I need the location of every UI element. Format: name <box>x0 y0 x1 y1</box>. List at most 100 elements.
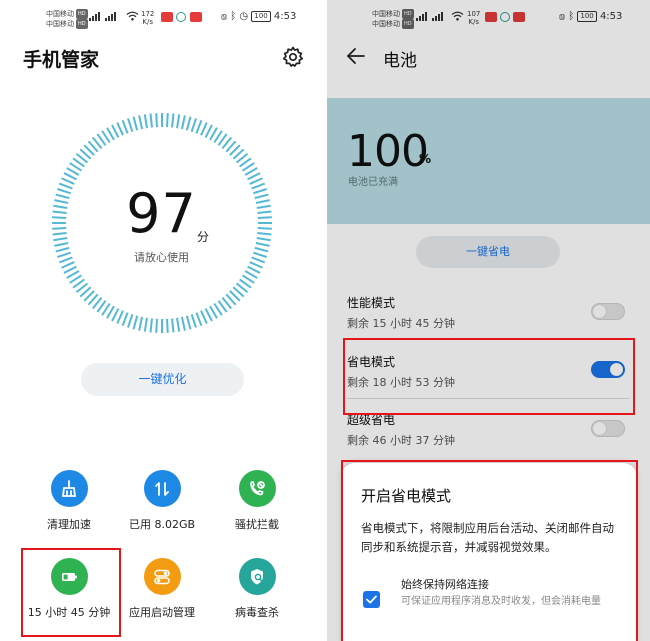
dial-tick <box>143 114 148 129</box>
performance-mode-toggle[interactable] <box>591 303 625 320</box>
carrier-2: 中国移动 <box>372 20 400 28</box>
dial-tick <box>149 113 153 128</box>
highlight-box <box>343 338 635 415</box>
chat-notification-icon <box>500 12 510 22</box>
status-bar: 中国移动 HD 中国移动 HD 107 K/s Ⓝ ᛒ 100 4:53 <box>327 0 650 34</box>
dial-tick <box>176 114 181 129</box>
phone-manager-screen: 中国移动 HD 中国移动 HD 172 K/s Ⓝ ᛒ ◷ 100 4:53 手机管… <box>0 0 323 641</box>
dial-tick <box>127 313 134 328</box>
tool-virus-scan[interactable]: 病毒查杀 <box>207 558 307 620</box>
dial-tick <box>185 315 192 330</box>
signal-icon <box>416 11 430 21</box>
alarm-icon: ◷ <box>239 11 249 22</box>
bluetooth-icon: ᛒ <box>230 11 237 22</box>
hd-badge: HD <box>76 9 88 19</box>
mode-ultra-saving-remaining: 剩余 46 小时 37 分钟 <box>347 434 455 447</box>
gear-icon[interactable] <box>281 45 305 69</box>
signal-icon <box>89 11 103 21</box>
dial-tick <box>200 122 208 136</box>
dial-tick <box>106 305 115 319</box>
carrier-1: 中国移动 <box>46 10 74 18</box>
status-right: Ⓝ ᛒ ◷ 100 4:53 <box>221 11 296 22</box>
network-speed: 172 K/s <box>141 10 154 26</box>
tool-label: 已用 8.02GB <box>128 518 196 531</box>
clock: 4:53 <box>599 11 623 22</box>
dial-tick <box>63 172 77 181</box>
app-notification-icon <box>485 12 497 22</box>
battery-level: 100 <box>577 11 597 22</box>
dial-tick <box>204 124 213 138</box>
carrier-labels: 中国移动 HD 中国移动 HD <box>372 9 414 29</box>
tool-label: 清理加速 <box>47 518 91 531</box>
page-title: 电池 <box>383 51 417 71</box>
mode-performance-title: 性能模式 <box>347 296 396 310</box>
dial-tick <box>200 310 208 324</box>
dial-tick <box>111 308 120 322</box>
dial-tick <box>116 310 124 324</box>
back-arrow-icon[interactable] <box>345 45 367 67</box>
one-tap-save-button[interactable]: 一键省电 <box>416 236 560 268</box>
dial-tick <box>106 127 115 141</box>
dial-tick <box>138 115 144 130</box>
dial-tick <box>204 308 213 322</box>
dial-tick <box>121 312 129 327</box>
signal-icon <box>105 11 119 21</box>
shield-scan-icon <box>238 558 276 595</box>
dial-tick <box>138 316 144 331</box>
dial-tick <box>180 316 186 331</box>
dial-tick <box>155 113 158 128</box>
dial-tick <box>190 313 197 328</box>
optimize-button[interactable]: 一键优化 <box>81 363 244 396</box>
score-caption: 请放心使用 <box>134 251 189 264</box>
dial-tick <box>111 124 120 138</box>
tool-harass-block[interactable]: 骚扰拦截 <box>207 470 307 532</box>
nfc-icon: Ⓝ <box>221 11 227 22</box>
score-unit: 分 <box>197 230 210 244</box>
app-notification-icon <box>513 12 525 22</box>
app-notification-icon <box>161 12 173 22</box>
tool-data-usage[interactable]: 已用 8.02GB <box>112 470 212 532</box>
tool-label: 病毒查杀 <box>235 606 279 619</box>
ultra-saving-mode-toggle[interactable] <box>591 420 625 437</box>
bluetooth-icon: ᛒ <box>568 11 575 22</box>
health-score: 97 <box>126 182 197 245</box>
wifi-icon <box>126 11 139 21</box>
tool-clean[interactable]: 清理加速 <box>19 470 119 532</box>
dial-tick <box>180 115 186 130</box>
app-title: 手机管家 <box>23 49 100 71</box>
hd-badge: HD <box>76 19 88 29</box>
dial-tick <box>63 265 77 274</box>
dial-tick <box>209 127 218 141</box>
clock: 4:53 <box>273 11 297 22</box>
wifi-icon <box>451 11 464 21</box>
highlight-box <box>341 460 638 641</box>
dial-tick <box>127 118 134 133</box>
status-bar: 中国移动 HD 中国移动 HD 172 K/s Ⓝ ᛒ ◷ 100 4:53 <box>0 0 323 34</box>
dial-tick <box>155 318 158 333</box>
dial-tick <box>171 318 175 333</box>
dial-tick <box>66 167 80 176</box>
highlight-box <box>21 548 121 637</box>
dial-tick <box>166 113 169 128</box>
dial-tick <box>209 305 218 319</box>
battery-percent: 100 <box>347 126 429 177</box>
speed-value: 172 <box>141 10 155 18</box>
speed-unit: K/s <box>468 18 479 26</box>
dial-tick <box>244 167 258 176</box>
dial-tick <box>195 312 203 327</box>
mode-performance-remaining: 剩余 15 小时 45 分钟 <box>347 317 455 330</box>
tool-app-launch[interactable]: 应用启动管理 <box>112 558 212 620</box>
dial-tick <box>116 122 124 136</box>
chat-notification-icon <box>176 12 186 22</box>
dial-tick <box>195 119 203 134</box>
dial-tick <box>244 270 258 279</box>
dial-tick <box>190 118 197 133</box>
carrier-2: 中国移动 <box>46 20 74 28</box>
dial-tick <box>66 270 80 279</box>
signal-icon <box>432 11 446 21</box>
toggle-icon <box>143 558 181 595</box>
nfc-icon: Ⓝ <box>559 11 565 22</box>
hd-badge: HD <box>402 9 414 19</box>
app-notification-icon <box>190 12 202 22</box>
dial-tick <box>171 113 175 128</box>
